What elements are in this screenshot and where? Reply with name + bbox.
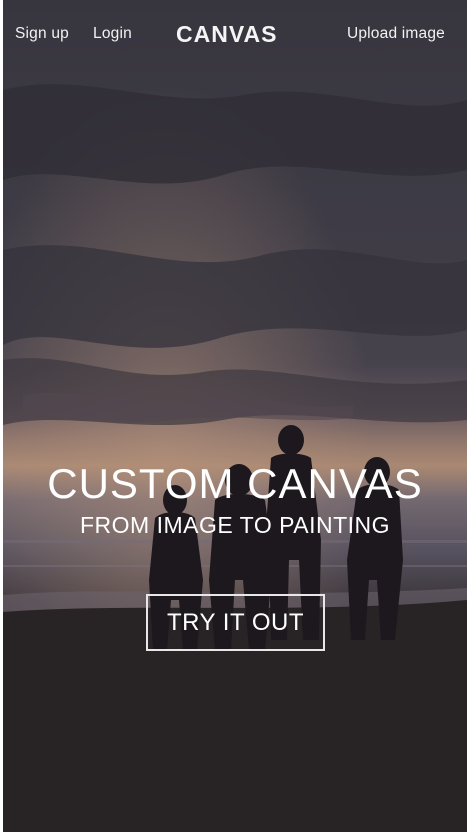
left-edge xyxy=(0,0,3,832)
hero-background-image xyxy=(3,0,467,832)
login-link[interactable]: Login xyxy=(93,25,132,43)
top-nav: Sign up Login CANVAS Upload image xyxy=(0,0,467,70)
signup-link[interactable]: Sign up xyxy=(15,25,69,43)
upload-image-link[interactable]: Upload image xyxy=(347,25,445,43)
try-it-out-button[interactable]: TRY IT OUT xyxy=(146,594,325,651)
hero-heading-group: CUSTOM CANVAS FROM IMAGE TO PAINTING xyxy=(3,458,467,540)
brand-logo[interactable]: CANVAS xyxy=(176,21,277,48)
app-screen: Sign up Login CANVAS Upload image CUSTOM… xyxy=(0,0,467,832)
hero-subtitle: FROM IMAGE TO PAINTING xyxy=(79,512,391,538)
hero-title: CUSTOM CANVAS xyxy=(47,460,423,507)
